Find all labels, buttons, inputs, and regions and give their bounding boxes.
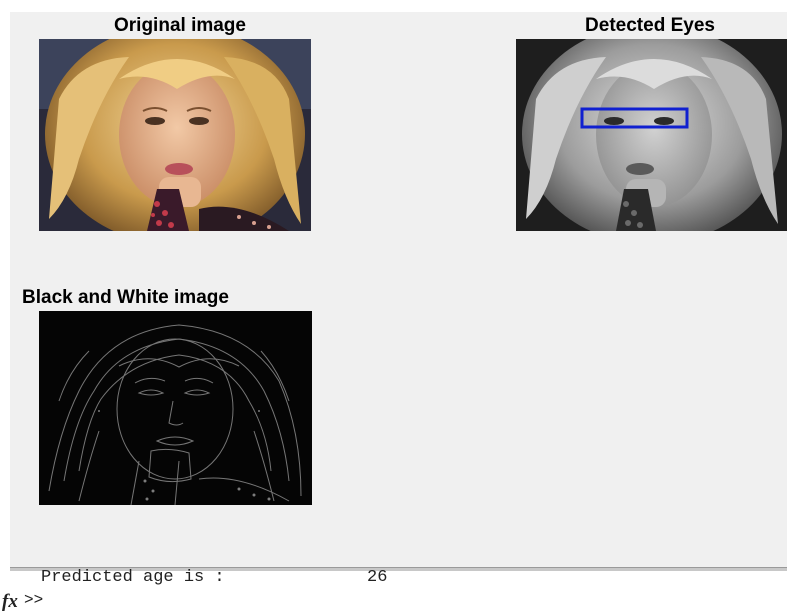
fx-icon[interactable]: fx: [2, 591, 18, 612]
detected-eyes-image: [516, 39, 787, 231]
panel-title-detected-eyes: Detected Eyes: [585, 15, 715, 36]
output-value: 26: [367, 568, 388, 587]
panel-title-black-and-white: Black and White image: [22, 287, 229, 308]
black-and-white-image: [39, 311, 312, 505]
original-image: [39, 39, 311, 231]
output-label: Predicted age is :: [41, 568, 225, 587]
figure-window: Original image Detected Eyes Black and W…: [10, 12, 787, 567]
panel-title-original: Original image: [114, 15, 246, 36]
command-prompt[interactable]: >>: [24, 591, 43, 609]
